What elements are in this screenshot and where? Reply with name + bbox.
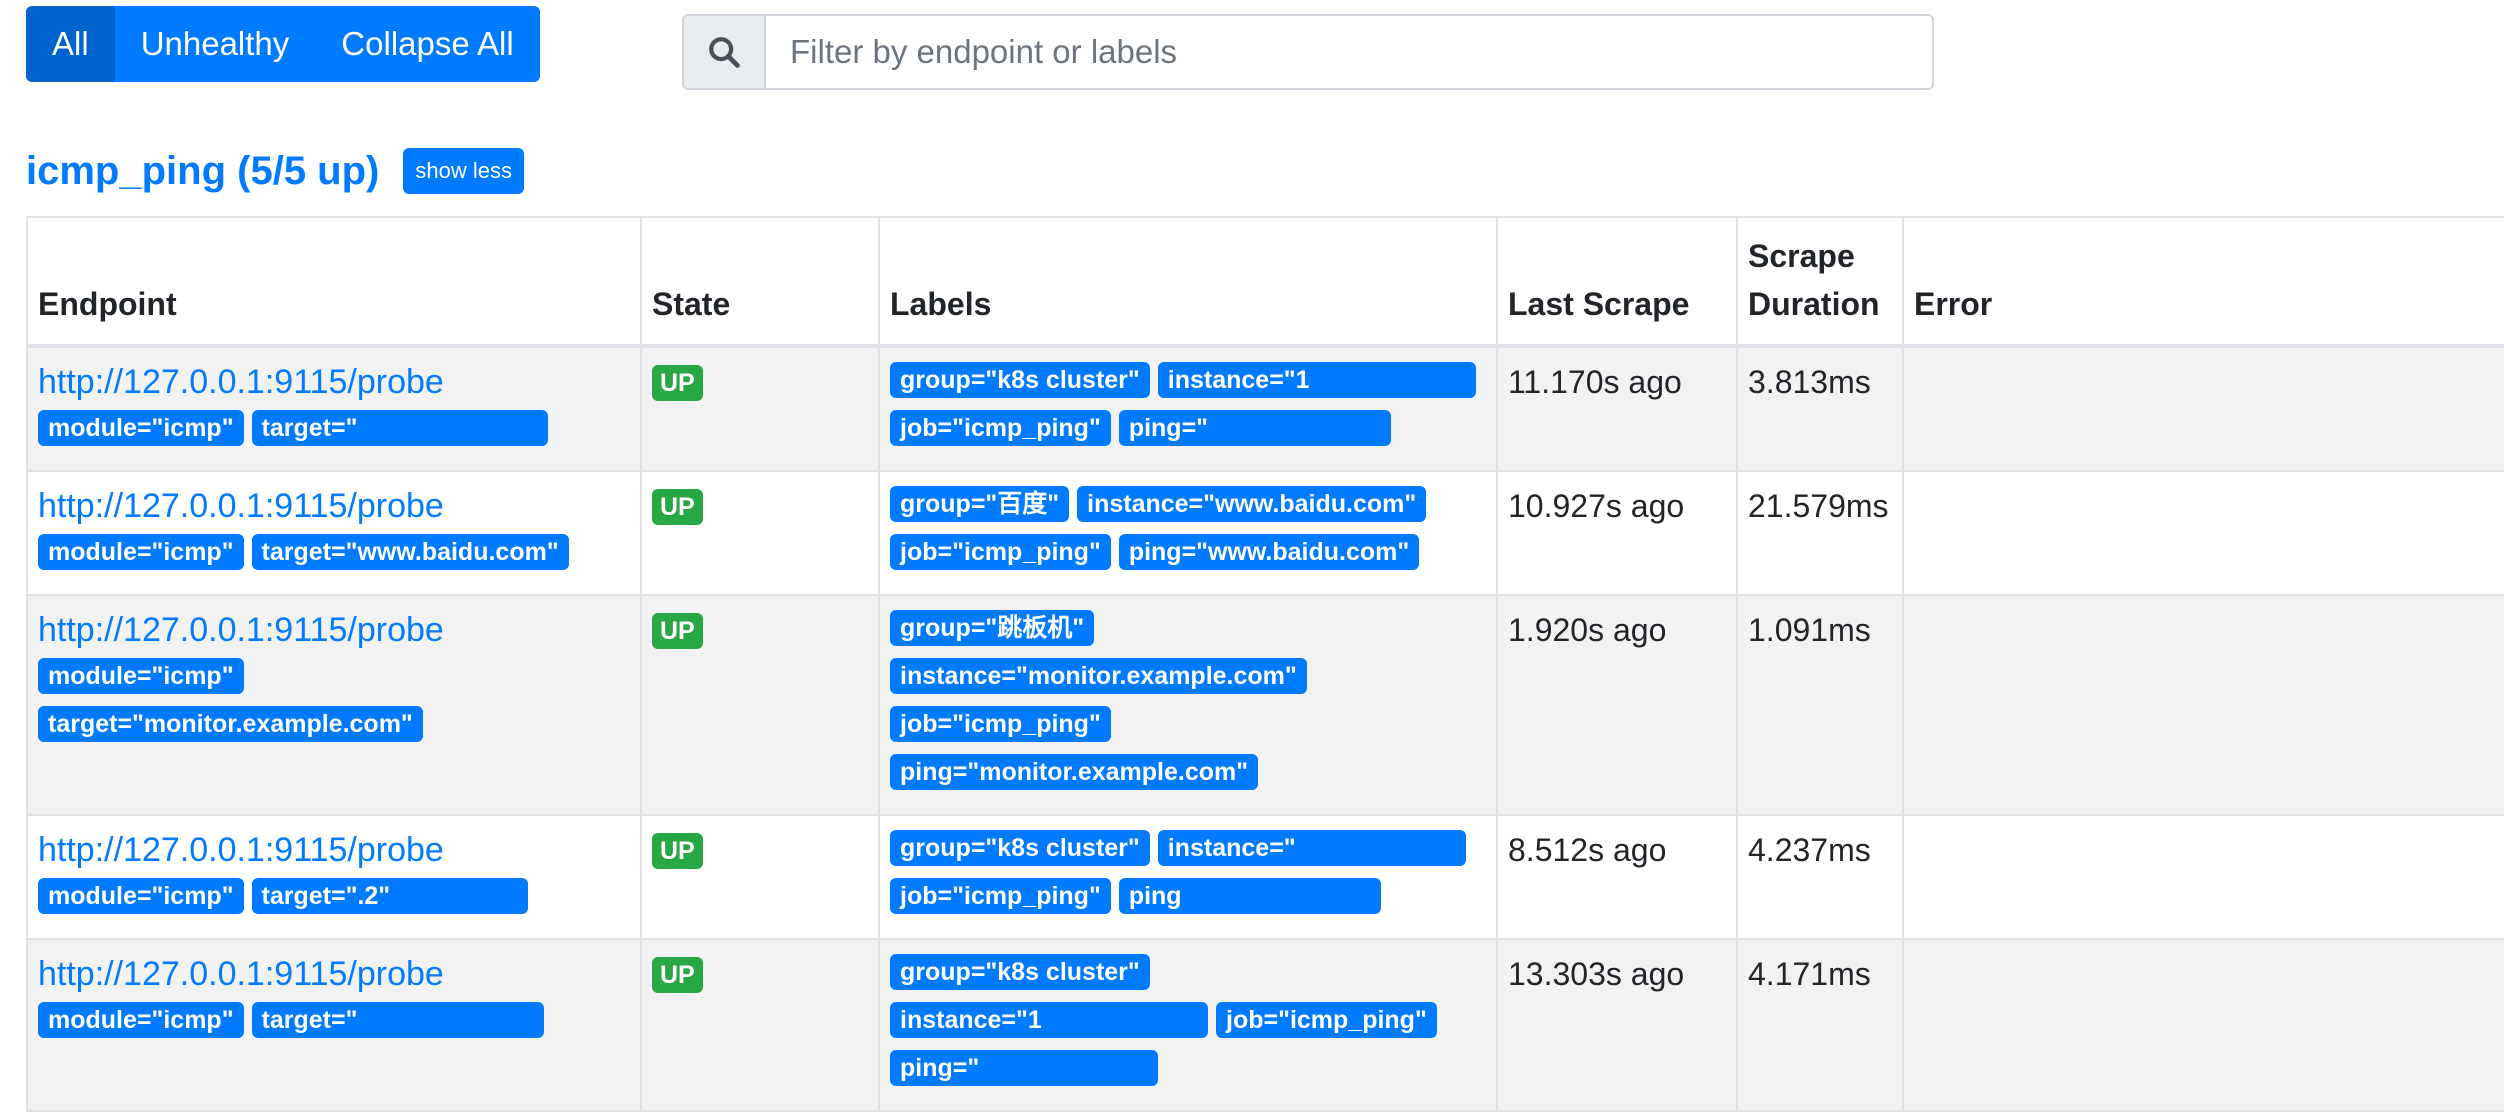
- filter-unhealthy-button[interactable]: Unhealthy: [114, 6, 316, 82]
- search-icon: [684, 16, 766, 88]
- error-cell: [1902, 814, 2504, 940]
- label-badge: job="icmp_ping": [890, 410, 1111, 446]
- state-badge: UP: [652, 833, 703, 869]
- label-badge: instance="monitor.example.com": [890, 658, 1307, 694]
- scrape-duration-cell: 3.813ms: [1736, 345, 1904, 472]
- last-scrape-cell: 13.303s ago: [1496, 938, 1738, 1112]
- labels-cell: group="k8s cluster" instance="1 job="icm…: [878, 938, 1498, 1112]
- state-cell: UP: [640, 938, 880, 1112]
- label-badge: instance="1: [890, 1002, 1208, 1038]
- endpoint-label-badge: module="icmp": [38, 1002, 244, 1038]
- endpoint-cell: http://127.0.0.1:9115/probe module="icmp…: [26, 594, 642, 816]
- labels-cell: group="跳板机" instance="monitor.example.co…: [878, 594, 1498, 816]
- state-badge: UP: [652, 613, 703, 649]
- label-badge: job="icmp_ping": [890, 706, 1111, 742]
- table-row: http://127.0.0.1:9115/probe module="icmp…: [26, 470, 2504, 596]
- label-badge: group="k8s cluster": [890, 830, 1150, 866]
- endpoint-label-badge: module="icmp": [38, 658, 244, 694]
- filter-button-group: All Unhealthy Collapse All: [26, 6, 540, 82]
- state-cell: UP: [640, 594, 880, 816]
- state-badge: UP: [652, 365, 703, 401]
- search-box: [682, 14, 1934, 90]
- endpoint-label-badge: module="icmp": [38, 878, 244, 914]
- column-header-labels: Labels: [878, 216, 1498, 348]
- label-badge: job="icmp_ping": [1216, 1002, 1437, 1038]
- endpoint-link[interactable]: http://127.0.0.1:9115/probe: [38, 830, 630, 870]
- error-cell: [1902, 594, 2504, 816]
- column-header-last-scrape: Last Scrape: [1496, 216, 1738, 348]
- last-scrape-cell: 10.927s ago: [1496, 470, 1738, 596]
- label-badge: instance="www.baidu.com": [1077, 486, 1427, 522]
- scrape-duration-cell: 4.171ms: [1736, 938, 1904, 1112]
- column-header-endpoint: Endpoint: [26, 216, 642, 348]
- labels-cell: group="k8s cluster" instance="1 job="icm…: [878, 345, 1498, 472]
- label-badge: instance="1: [1157, 362, 1476, 398]
- table-row: http://127.0.0.1:9115/probe module="icmp…: [26, 814, 2504, 940]
- endpoint-label-badge: target=".2": [251, 878, 528, 914]
- search-input[interactable]: [766, 16, 1932, 88]
- state-cell: UP: [640, 345, 880, 472]
- endpoint-cell: http://127.0.0.1:9115/probe module="icmp…: [26, 814, 642, 940]
- column-header-state: State: [640, 216, 880, 348]
- endpoint-label-badge: target=": [251, 1002, 544, 1038]
- label-badge: group="跳板机": [890, 610, 1095, 646]
- state-cell: UP: [640, 814, 880, 940]
- state-badge: UP: [652, 489, 703, 525]
- last-scrape-cell: 11.170s ago: [1496, 345, 1738, 472]
- error-cell: [1902, 938, 2504, 1112]
- label-badge: job="icmp_ping": [890, 534, 1111, 570]
- endpoint-link[interactable]: http://127.0.0.1:9115/probe: [38, 610, 630, 650]
- table-header-row: Endpoint State Labels Last Scrape Scrape…: [26, 216, 2504, 348]
- scrape-duration-cell: 1.091ms: [1736, 594, 1904, 816]
- table-row: http://127.0.0.1:9115/probe module="icmp…: [26, 938, 2504, 1112]
- scrape-pool-header: icmp_ping (5/5 up) show less: [26, 148, 524, 194]
- collapse-all-button[interactable]: Collapse All: [315, 6, 540, 82]
- table-row: http://127.0.0.1:9115/probe module="icmp…: [26, 594, 2504, 816]
- endpoint-label-badge: target="monitor.example.com": [38, 706, 423, 742]
- label-badge: ping="monitor.example.com": [890, 754, 1259, 790]
- toolbar: All Unhealthy Collapse All: [0, 0, 2504, 120]
- endpoint-label-badge: module="icmp": [38, 410, 244, 446]
- filter-all-button[interactable]: All: [26, 6, 115, 82]
- endpoint-link[interactable]: http://127.0.0.1:9115/probe: [38, 486, 630, 526]
- label-badge: group="百度": [890, 486, 1070, 522]
- last-scrape-cell: 8.512s ago: [1496, 814, 1738, 940]
- endpoint-cell: http://127.0.0.1:9115/probe module="icmp…: [26, 470, 642, 596]
- label-badge: ping: [1118, 878, 1381, 914]
- state-badge: UP: [652, 957, 703, 993]
- error-cell: [1902, 345, 2504, 472]
- targets-table: Endpoint State Labels Last Scrape Scrape…: [26, 216, 2504, 1112]
- label-badge: group="k8s cluster": [890, 362, 1150, 398]
- scrape-duration-cell: 4.237ms: [1736, 814, 1904, 940]
- show-less-button[interactable]: show less: [403, 148, 524, 194]
- endpoint-label-badge: target=": [251, 410, 548, 446]
- endpoint-link[interactable]: http://127.0.0.1:9115/probe: [38, 362, 630, 402]
- label-badge: group="k8s cluster": [890, 954, 1150, 990]
- column-header-error: Error: [1902, 216, 2504, 348]
- label-badge: instance=": [1157, 830, 1466, 866]
- endpoint-cell: http://127.0.0.1:9115/probe module="icmp…: [26, 345, 642, 472]
- label-badge: ping="www.baidu.com": [1118, 534, 1420, 570]
- labels-cell: group="百度" instance="www.baidu.com" job=…: [878, 470, 1498, 596]
- scrape-duration-cell: 21.579ms: [1736, 470, 1904, 596]
- error-cell: [1902, 470, 2504, 596]
- state-cell: UP: [640, 470, 880, 596]
- table-row: http://127.0.0.1:9115/probe module="icmp…: [26, 345, 2504, 472]
- label-badge: job="icmp_ping": [890, 878, 1111, 914]
- endpoint-label-badge: target="www.baidu.com": [251, 534, 569, 570]
- column-header-scrape-duration: Scrape Duration: [1736, 216, 1904, 348]
- label-badge: ping=": [1118, 410, 1391, 446]
- endpoint-link[interactable]: http://127.0.0.1:9115/probe: [38, 954, 630, 994]
- endpoint-label-badge: module="icmp": [38, 534, 244, 570]
- endpoint-cell: http://127.0.0.1:9115/probe module="icmp…: [26, 938, 642, 1112]
- labels-cell: group="k8s cluster" instance=" job="icmp…: [878, 814, 1498, 940]
- scrape-pool-title[interactable]: icmp_ping (5/5 up): [26, 149, 379, 194]
- last-scrape-cell: 1.920s ago: [1496, 594, 1738, 816]
- label-badge: ping=": [890, 1050, 1158, 1086]
